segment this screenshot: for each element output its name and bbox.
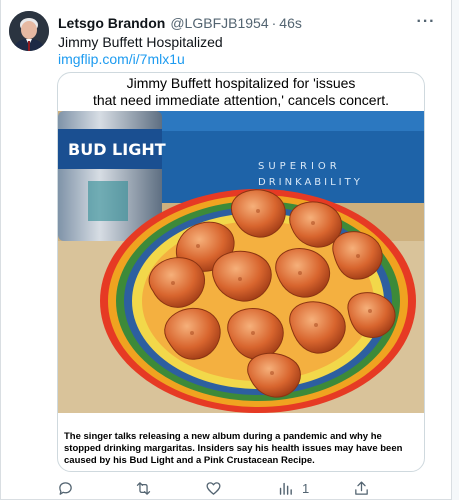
separator-dot: ·: [271, 15, 277, 31]
tweet[interactable]: Letsgo Brandon @LGBFJB1954 · 46s ··· Jim…: [0, 0, 452, 500]
meme-image[interactable]: Jimmy Buffett hospitalized for 'issues t…: [57, 72, 425, 472]
tweet-link[interactable]: imgflip.com/i/7mlx1u: [58, 50, 185, 68]
author-name[interactable]: Letsgo Brandon: [58, 15, 165, 31]
timestamp[interactable]: 46s: [279, 15, 302, 31]
meme-title-line-1: Jimmy Buffett hospitalized for 'issues: [126, 75, 356, 91]
share-button[interactable]: [353, 478, 370, 498]
meme-title-line-2: that need immediate attention,' cancels …: [92, 92, 390, 108]
retweet-icon: [136, 481, 151, 495]
meme-caption: The singer talks releasing a new album d…: [64, 431, 403, 466]
box-text-1: SUPERIOR: [258, 161, 341, 172]
retweet-button[interactable]: [135, 478, 152, 498]
author-handle[interactable]: @LGBFJB1954: [170, 15, 268, 31]
views-count: 1: [302, 480, 310, 496]
reply-button[interactable]: [57, 478, 74, 498]
reply-icon: [59, 481, 72, 495]
views-icon: [279, 482, 292, 495]
views-button[interactable]: 1: [277, 478, 309, 498]
share-icon: [355, 480, 368, 495]
tweet-text: Jimmy Buffett Hospitalized: [58, 34, 223, 50]
shrimp-plate-photo: SUPERIOR DRINKABILITY BUD LIGHT: [58, 111, 424, 413]
tweet-header: Letsgo Brandon @LGBFJB1954 · 46s ···: [58, 13, 437, 33]
box-text-2: DRINKABILITY: [258, 177, 363, 188]
more-icon[interactable]: ···: [415, 11, 437, 33]
meme-title: Jimmy Buffett hospitalized for 'issues t…: [58, 73, 424, 111]
action-bar: 1: [57, 478, 427, 498]
avatar[interactable]: [9, 11, 49, 51]
can-text: BUD LIGHT: [68, 140, 166, 159]
like-button[interactable]: [205, 478, 222, 498]
like-icon: [206, 481, 221, 495]
